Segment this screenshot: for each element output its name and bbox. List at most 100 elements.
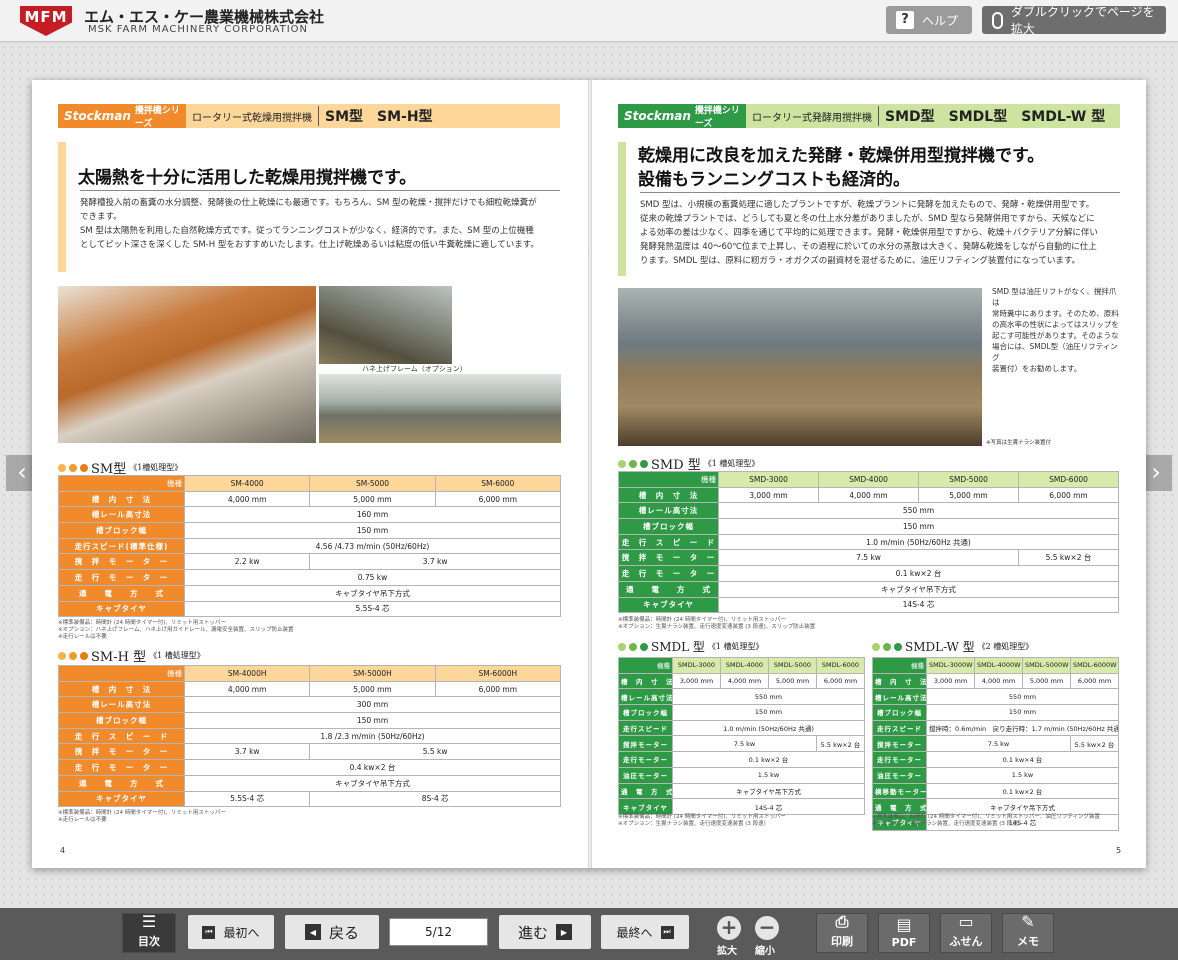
table-row: 槽 内 寸 法 3,000 mm 4,000 mm 5,000 mm 6,000 mm — [618, 486, 1119, 504]
table-header-cell: SMD-5000 — [918, 471, 1019, 488]
section-title: SMDL-W 型 — [905, 640, 975, 654]
row-label: 槽 内 寸 法 — [618, 486, 719, 504]
smh-footnotes: ※標準装備品：時間計 (24 時間タイマー付)、リミット用ストッパー ※走行レー… — [58, 810, 226, 824]
zoom-out-label: 縮小 — [755, 946, 775, 957]
table-header-cell: SMDL-3000 — [672, 657, 721, 674]
row-label: 走行モーター — [618, 751, 673, 768]
table-row: 走行スピード 1.0 m/min (50Hz/60Hz 共通) — [618, 719, 865, 737]
table-cell: 7.5 kw — [926, 735, 1071, 753]
table-cell: 0.4 kw×2 台 — [184, 759, 561, 776]
smdlw-footnotes: ※標準装備品：時間計 (24 時間タイマー付)、リミット用ストッパー、油圧リフテ… — [872, 814, 1100, 828]
table-header-cell: SMDL-5000 — [768, 657, 817, 674]
table-row: 走行スピード(標準仕様) 4.56 /4.73 m/min (50Hz/60Hz) — [58, 537, 561, 555]
table-row: 横移動モーター 0.1 kw×2 台 — [872, 782, 1119, 800]
table-row: 撹拌モーター 7.5 kw 5.5 kw×2 台 — [872, 735, 1119, 753]
zoom-in-label: 拡大 — [717, 946, 737, 957]
bullet-icon — [69, 651, 77, 660]
book-spread[interactable]: Stockman 攪拌機シリーズ ロータリー式乾燥用撹拌機 SM型 SM-H型 太… — [32, 80, 1146, 868]
zoom-hint-button[interactable]: ダブルクリックでページを拡大 — [982, 5, 1166, 36]
table-cell: 4,000 mm — [974, 672, 1023, 690]
last-page-icon: ⏭ — [660, 925, 674, 939]
row-label: 槽 内 寸 法 — [58, 680, 185, 698]
row-label: 走 行 モ ー タ ー — [618, 565, 719, 582]
table-cell: 3,000 mm — [926, 672, 975, 690]
row-label: 通 電 方 式 — [58, 584, 185, 602]
pdf-button[interactable]: ▤ PDF — [878, 913, 930, 953]
row-label: 撹 拌 モ ー タ ー — [58, 553, 185, 571]
printer-icon: ⎙ — [835, 912, 849, 931]
sticky-note-button[interactable]: ▭ ふせん — [940, 913, 992, 953]
section-title: SM-H 型 — [91, 650, 147, 665]
table-cell: 0.1 kw×2 台 — [718, 565, 1119, 582]
footnote: ※標準装備品：時間計 (24 時間タイマー付)、リミット用ストッパー — [58, 620, 226, 626]
series-label: 攪拌機シリーズ — [694, 106, 740, 129]
table-header-cell: SMD-3000 — [718, 471, 819, 488]
table-header-cell: SM-6000H — [434, 665, 561, 682]
table-header-cell: SMDL-6000 — [816, 657, 865, 674]
table-cell: キャブタイヤ吊下方式 — [718, 580, 1119, 598]
page-number: 5 — [1116, 846, 1122, 855]
smh-spec-table: 機種 SM-4000H SM-5000H SM-6000H 槽 内 寸 法 4,000 m… — [58, 665, 561, 808]
left-banner: Stockman 攪拌機シリーズ ロータリー式乾燥用撹拌機 SM型 SM-H型 — [58, 104, 560, 129]
row-label: 槽レール高寸法 — [618, 688, 673, 706]
bullet-icon — [629, 642, 637, 651]
body-line: SMD 型は、小規模の畜糞処理に適したプラントですが、乾燥プラントに発酵を加えた… — [640, 200, 1095, 210]
table-row: 走 行 ス ピ ー ド 1.8 /2.3 m/min (50Hz/60Hz) — [58, 727, 561, 745]
last-page-button[interactable]: 最終へ ⏭ — [601, 915, 689, 949]
table-row: 通 電 方 式キャブタイヤ吊下方式 — [618, 580, 1119, 598]
zoom-out-button[interactable]: − — [755, 916, 779, 940]
table-cell: 160 mm — [184, 506, 561, 524]
table-cell: 4,000 mm — [183, 680, 311, 698]
footnote: ※オプション：生糞ナラシ装置、走行速度変速装置 (3 段速) — [872, 821, 1020, 827]
footnote: ※走行レールは不要 — [58, 634, 107, 640]
right-page: Stockman 攪拌機シリーズ ロータリー式発酵用撹拌機 SMD型 SMDL型 … — [592, 80, 1148, 868]
row-label: 槽 内 寸 法 — [58, 490, 185, 508]
table-row: 槽レール高寸法 300 mm — [58, 696, 561, 714]
memo-button[interactable]: ✎ メモ — [1002, 913, 1054, 953]
toc-button[interactable]: ☰ 目次 — [122, 913, 176, 953]
photo-caption: ※写真は生糞ナラシ装置付 — [986, 440, 1051, 446]
back-button[interactable]: ◀ 戻る — [285, 915, 379, 949]
table-cell: 8S-4 芯 — [309, 790, 561, 808]
table-cell: 5,000 mm — [1022, 672, 1071, 690]
footnote: ※標準装備品：時間計 (24 時間タイマー付)、リミット用ストッパー — [618, 814, 786, 820]
table-row: キャブタイヤ 14S-4 芯 — [618, 596, 1119, 614]
zoom-in-button[interactable]: + — [717, 916, 741, 940]
help-button[interactable]: ? ヘルプ — [886, 6, 972, 34]
table-cell: キャブタイヤ吊下方式 — [672, 782, 865, 800]
photo-caption: ハネ上げフレーム（オプション） — [362, 365, 467, 373]
body-line: SM 型は太陽熱を利用した自然乾燥方式です。従ってランニングコストが少なく、経済… — [80, 226, 534, 236]
print-button[interactable]: ⎙ 印刷 — [816, 913, 868, 953]
first-page-button[interactable]: ⏮ 最初へ — [188, 915, 274, 949]
side-line: SMD 型は油圧リフトがなく、撹拌爪は — [992, 287, 1117, 307]
table-header-cell: 機種 — [58, 665, 185, 682]
row-label: キャブタイヤ — [58, 600, 185, 618]
row-label: 油圧モーター — [872, 766, 927, 784]
row-label: 槽レール高寸法 — [872, 688, 927, 706]
table-row: 走行モーター 0.1 kw×4 台 — [872, 751, 1119, 768]
table-cell: 1.0 m/min (50Hz/60Hz 共通) — [718, 533, 1119, 551]
page-number: 4 — [60, 846, 66, 855]
table-header-cell: 機種 — [618, 471, 719, 488]
table-cell: 5,000 mm — [768, 672, 817, 690]
table-cell: 5,000 mm — [309, 680, 436, 698]
table-row: 槽ブロック幅 150 mm — [618, 518, 1119, 535]
right-body-text: SMD 型は、小規模の畜糞処理に適したプラントですが、乾燥プラントに発酵を加えた… — [640, 198, 1122, 268]
row-label: 走行スピード — [872, 719, 927, 737]
page-number-input[interactable]: 5/12 — [389, 918, 488, 946]
mouse-icon — [992, 11, 1003, 29]
row-label: 通 電 方 式 — [618, 782, 673, 800]
table-cell: 550 mm — [718, 502, 1119, 520]
table-header-cell: SMD-6000 — [1018, 471, 1119, 488]
row-label: 通 電 方 式 — [58, 774, 185, 792]
body-line: ります。SMDL 型は、原料に籾ガラ・オガクズの副資材を混ぜるために、油圧リフテ… — [640, 256, 1081, 266]
table-cell: 5.5 kw×2 台 — [816, 735, 865, 753]
footnote: ※標準装備品：時間計 (24 時間タイマー付)、リミット用ストッパー、油圧リフテ… — [872, 814, 1101, 820]
bullet-icon — [640, 459, 648, 468]
next-button[interactable]: 進む ▶ — [499, 915, 591, 949]
pdf-label: PDF — [891, 936, 917, 949]
table-cell: キャブタイヤ吊下方式 — [184, 584, 561, 602]
sm-spec-table: 機種 SM-4000 SM-5000 SM-6000 槽 内 寸 法 4,000 mm 5,… — [58, 475, 561, 618]
row-label: 槽ブロック幅 — [58, 712, 185, 729]
section-subtitle: 《1 槽処理型》 — [703, 459, 760, 468]
